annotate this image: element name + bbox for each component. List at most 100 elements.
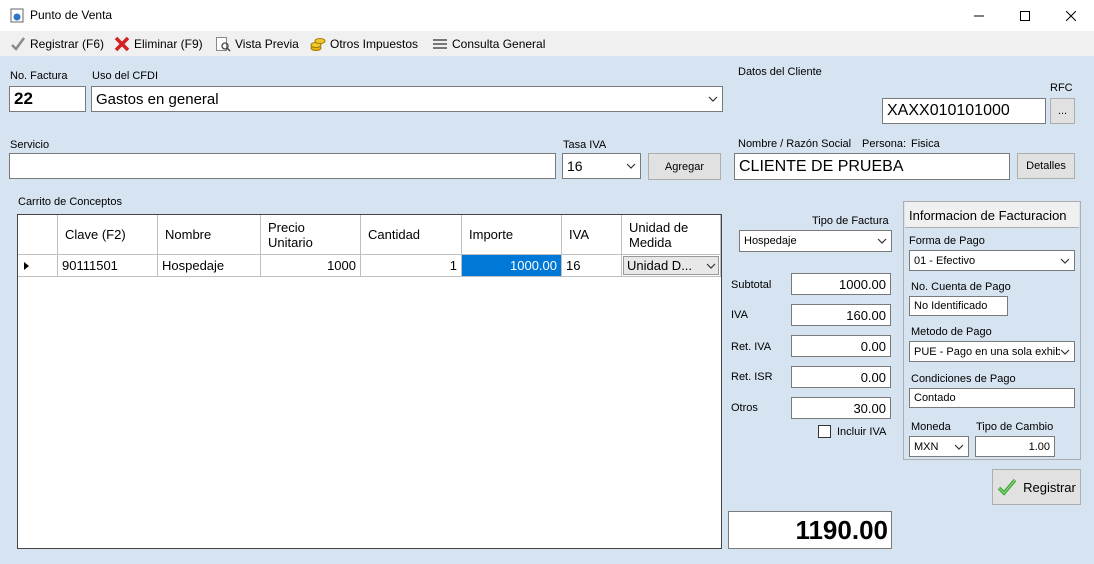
rfc-browse-button[interactable]: ... [1050, 98, 1075, 124]
metodo-pago-label: Metodo de Pago [911, 326, 992, 338]
condiciones-pago-input[interactable]: Contado [909, 388, 1075, 408]
servicio-label: Servicio [10, 139, 50, 151]
eliminar-toolbar-label: Eliminar (F9) [134, 37, 203, 51]
close-icon [1066, 10, 1076, 21]
moneda-value: MXN [914, 440, 939, 453]
nombre-input[interactable]: CLIENTE DE PRUEBA [734, 153, 1010, 180]
cell-unidad[interactable]: Unidad D... [622, 255, 721, 277]
tipo-factura-label: Tipo de Factura [812, 215, 889, 227]
forma-pago-select[interactable]: 01 - Efectivo [909, 250, 1075, 271]
iva-label: IVA [731, 309, 748, 321]
column-header-importe[interactable]: Importe [462, 215, 562, 255]
metodo-pago-value: PUE - Pago en una sola exhib [914, 345, 1060, 358]
servicio-input[interactable] [9, 153, 556, 179]
ret-iva-input[interactable]: 0.00 [791, 335, 891, 357]
column-iva-text: IVA [569, 227, 589, 242]
maximize-button[interactable] [1002, 0, 1048, 31]
tasa-iva-select[interactable]: 16 [562, 153, 641, 179]
consulta-general-toolbar-label: Consulta General [452, 37, 546, 51]
cell-clave[interactable]: 90111501 [58, 255, 158, 277]
maximize-icon [1020, 10, 1030, 21]
ret-isr-input[interactable]: 0.00 [791, 366, 891, 388]
subtotal-label: Subtotal [731, 279, 772, 291]
cuenta-pago-label: No. Cuenta de Pago [911, 281, 1011, 293]
rfc-input[interactable]: XAXX010101000 [882, 98, 1046, 124]
column-header-unidad[interactable]: Unidad de Medida [622, 215, 721, 255]
moneda-select[interactable]: MXN [909, 436, 969, 457]
checkmark-icon [11, 37, 26, 51]
vista-previa-toolbar-button[interactable]: Vista Previa [215, 35, 299, 53]
ret-iva-label: Ret. IVA [731, 341, 772, 353]
ret-isr-label: Ret. ISR [731, 371, 773, 383]
minimize-button[interactable] [956, 0, 1002, 31]
cell-cantidad[interactable]: 1 [361, 255, 462, 277]
column-header-nombre[interactable]: Nombre [158, 215, 261, 255]
chevron-down-icon [877, 238, 887, 244]
uso-cfdi-select[interactable]: Gastos en general [91, 86, 723, 112]
tasa-iva-value: 16 [567, 158, 583, 174]
moneda-label: Moneda [911, 421, 951, 433]
chevron-down-icon [1060, 349, 1070, 355]
tipo-factura-select[interactable]: Hospedaje [739, 230, 892, 252]
checkmark-icon [997, 478, 1017, 496]
close-button[interactable] [1048, 0, 1094, 31]
column-nombre-text: Nombre [165, 227, 212, 242]
facturacion-title: Informacion de Facturacion [905, 202, 1079, 228]
title-bar: Punto de Venta [0, 0, 1094, 31]
detalles-button[interactable]: Detalles [1017, 153, 1075, 179]
eliminar-toolbar-button[interactable]: Eliminar (F9) [114, 35, 203, 53]
column-clave-text: Clave (F2) [65, 227, 126, 242]
cell-precio[interactable]: 1000 [261, 255, 361, 277]
unidad-combo[interactable]: Unidad D... [623, 256, 719, 275]
chevron-down-icon [706, 263, 716, 269]
column-precio-line2: Unitario [268, 234, 313, 250]
vista-previa-toolbar-label: Vista Previa [235, 37, 299, 51]
carrito-label: Carrito de Conceptos [18, 196, 122, 208]
carrito-grid[interactable]: Clave (F2) Nombre Precio Unitario Cantida… [17, 214, 722, 549]
tipo-factura-value: Hospedaje [744, 235, 797, 247]
uso-cfdi-value: Gastos en general [96, 90, 219, 108]
column-unidad-line2: Medida [629, 234, 672, 250]
tipo-cambio-input[interactable]: 1.00 [975, 436, 1055, 457]
otros-input[interactable]: 30.00 [791, 397, 891, 419]
iva-input[interactable]: 160.00 [791, 304, 891, 326]
datos-cliente-label: Datos del Cliente [738, 66, 822, 78]
column-header-iva[interactable]: IVA [562, 215, 622, 255]
cell-nombre[interactable]: Hospedaje [158, 255, 261, 277]
no-factura-input[interactable]: 22 [9, 86, 86, 112]
uso-cfdi-label: Uso del CFDI [92, 70, 159, 82]
window-title: Punto de Venta [30, 8, 113, 22]
column-header-precio[interactable]: Precio Unitario [261, 215, 361, 255]
tasa-iva-label: Tasa IVA [563, 139, 607, 151]
condiciones-pago-label: Condiciones de Pago [911, 373, 1016, 385]
row-selector[interactable] [18, 255, 58, 277]
chevron-down-icon [708, 96, 718, 102]
agregar-button[interactable]: Agregar [648, 153, 721, 180]
subtotal-input[interactable]: 1000.00 [791, 273, 891, 295]
otros-impuestos-toolbar-button[interactable]: Otros Impuestos [310, 35, 418, 53]
tipo-cambio-label: Tipo de Cambio [976, 421, 1054, 433]
column-unidad-line1: Unidad de [629, 219, 689, 235]
metodo-pago-select[interactable]: PUE - Pago en una sola exhib [909, 341, 1075, 362]
nombre-label: Nombre / Razón Social [738, 138, 852, 150]
column-header-cantidad[interactable]: Cantidad [361, 215, 462, 255]
app-icon [10, 8, 24, 23]
incluir-iva-checkbox[interactable] [818, 425, 831, 438]
forma-pago-value: 01 - Efectivo [914, 254, 976, 267]
no-factura-label: No. Factura [10, 70, 68, 82]
consulta-general-toolbar-button[interactable]: Consulta General [432, 35, 545, 53]
cuenta-pago-input[interactable]: No Identificado [909, 296, 1008, 316]
column-precio-line1: Precio [268, 219, 305, 235]
column-cantidad-text: Cantidad [368, 227, 421, 242]
chevron-down-icon [1060, 258, 1070, 264]
coins-icon [310, 38, 326, 51]
row-pointer-icon [24, 261, 29, 270]
chevron-down-icon [954, 444, 964, 450]
cell-iva[interactable]: 16 [562, 255, 622, 277]
cell-importe[interactable]: 1000.00 [462, 255, 562, 277]
column-header-clave[interactable]: Clave (F2) [58, 215, 158, 255]
minimize-icon [974, 15, 984, 16]
registrar-button[interactable]: Registrar [992, 469, 1081, 505]
total-display: 1190.00 [728, 511, 892, 549]
registrar-toolbar-button[interactable]: Registrar (F6) [10, 35, 104, 53]
